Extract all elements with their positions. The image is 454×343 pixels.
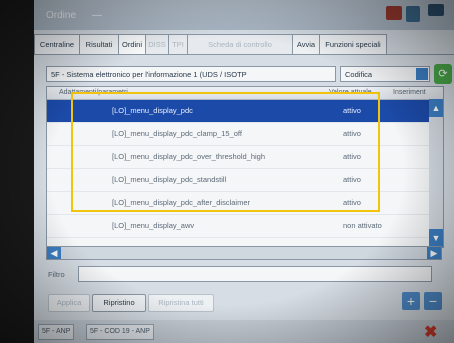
scroll-down-icon[interactable]: ▼	[429, 229, 443, 247]
table-header: Adattamenti/parametri Valore attuale Ins…	[47, 87, 443, 100]
scroll-right-icon[interactable]: ▶	[427, 247, 441, 259]
column-header-extra[interactable]: Inseriment	[393, 87, 426, 99]
parameter-value: attivo	[343, 106, 361, 115]
table-row[interactable]: [LO]_menu_display_awv non attivato	[47, 215, 429, 238]
parameter-name: [LO]_menu_display_pdc_standstill	[112, 175, 227, 184]
tab-tpi[interactable]: TPI	[168, 34, 188, 54]
chevron-down-icon[interactable]	[416, 68, 428, 80]
table-row[interactable]: [LO]_menu_display_pdc_over_threshold_hig…	[47, 146, 429, 169]
refresh-button[interactable]: ⟳	[434, 64, 452, 84]
add-button[interactable]: +	[402, 292, 420, 310]
scroll-up-icon[interactable]: ▲	[429, 99, 443, 117]
table-row[interactable]: [LO]_menu_display_pdc_clamp_15_off attiv…	[47, 123, 429, 146]
reset-button[interactable]: Ripristino	[92, 294, 146, 312]
ecu-selector[interactable]: 5F - Sistema elettronico per l'informazi…	[46, 66, 336, 82]
main-tabs: Centraline Risultati Ordini DISS TPI Sch…	[34, 34, 454, 55]
remove-button[interactable]: −	[424, 292, 442, 310]
filter-label: Filtro	[48, 270, 65, 279]
toolbar-car-icon[interactable]	[386, 6, 402, 20]
status-tab-anp[interactable]: 5F - ANP	[38, 324, 75, 340]
function-combo[interactable]: Codifica	[340, 66, 430, 82]
scroll-left-icon[interactable]: ◀	[47, 247, 61, 259]
parameters-table: Adattamenti/parametri Valore attuale Ins…	[46, 86, 444, 248]
column-header-name[interactable]: Adattamenti/parametri	[59, 87, 128, 99]
parameter-name: [LO]_menu_display_awv	[112, 221, 195, 230]
diagnostic-window: Ordine — Centraline Risultati Ordini DIS…	[34, 0, 454, 343]
parameter-name: [LO]_menu_display_pdc_clamp_15_off	[112, 129, 242, 138]
tab-avvia[interactable]: Avvia	[292, 34, 320, 54]
tab-ordini[interactable]: Ordini	[118, 34, 146, 54]
parameter-name: [LO]_menu_display_pdc_after_disclaimer	[112, 198, 250, 207]
table-row[interactable]: [LO]_menu_display_pdc attivo	[47, 100, 429, 123]
status-bar: 5F - ANP 5F - COD 19 - ANP ✖	[34, 320, 454, 343]
tab-scheda-di-controllo[interactable]: Scheda di controllo	[187, 34, 293, 54]
parameter-value: attivo	[343, 198, 361, 207]
tab-centraline[interactable]: Centraline	[34, 34, 80, 54]
window-title: Ordine	[46, 10, 77, 21]
parameter-name: [LO]_menu_display_pdc_over_threshold_hig…	[112, 152, 266, 161]
parameter-name: [LO]_menu_display_pdc	[112, 106, 193, 115]
reset-all-button[interactable]: Ripristina tutti	[148, 294, 214, 312]
title-bar: Ordine —	[34, 0, 454, 30]
parameter-value: non attivato	[343, 221, 382, 230]
parameter-value: attivo	[343, 175, 361, 184]
column-header-value[interactable]: Valore attuale	[329, 87, 372, 99]
filter-input[interactable]	[78, 266, 432, 282]
title-separator: —	[92, 10, 102, 21]
apply-button[interactable]: Applica	[48, 294, 90, 312]
tab-diss[interactable]: DISS	[145, 34, 169, 54]
horizontal-scrollbar[interactable]: ◀ ▶	[46, 246, 442, 260]
status-tab-cod[interactable]: 5F - COD 19 - ANP	[86, 324, 154, 340]
parameter-value: attivo	[343, 129, 361, 138]
parameter-value: attivo	[343, 152, 361, 161]
tab-risultati[interactable]: Risultati	[79, 34, 119, 54]
close-icon[interactable]: ✖	[424, 322, 437, 342]
table-row[interactable]: [LO]_menu_display_pdc_after_disclaimer a…	[47, 192, 429, 215]
toolbar-person-icon[interactable]	[406, 6, 420, 22]
table-row[interactable]: [LO]_menu_display_pdc_standstill attivo	[47, 169, 429, 192]
function-combo-value: Codifica	[345, 70, 373, 79]
vertical-scrollbar[interactable]: ▲ ▼	[429, 99, 443, 247]
toolbar-settings-icon[interactable]	[428, 4, 444, 16]
tab-funzioni-speciali[interactable]: Funzioni speciali	[319, 34, 387, 54]
